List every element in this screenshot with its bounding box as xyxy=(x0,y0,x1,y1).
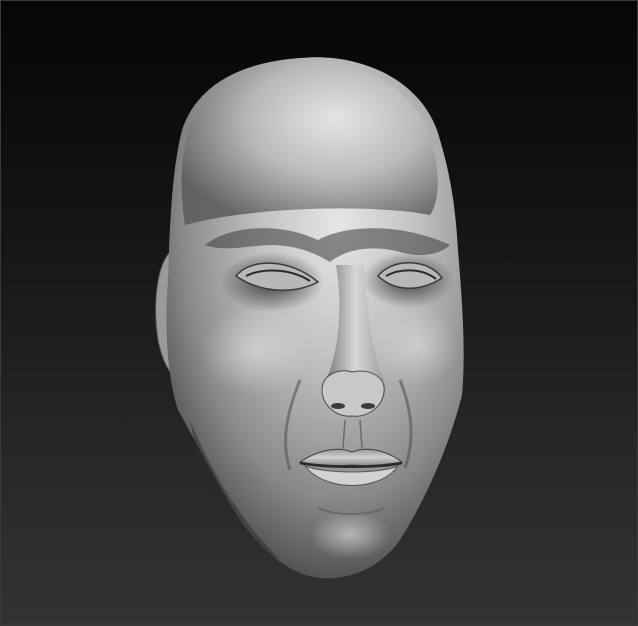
chin-highlight xyxy=(310,511,390,559)
sculpt-model-render[interactable] xyxy=(0,0,638,626)
nostril-right xyxy=(361,403,375,409)
3d-viewport[interactable] xyxy=(0,0,638,626)
nose-tip xyxy=(321,370,385,417)
cheek-highlight-left xyxy=(200,305,310,395)
cheek-highlight-right xyxy=(378,303,458,387)
nostril-left xyxy=(331,403,345,409)
